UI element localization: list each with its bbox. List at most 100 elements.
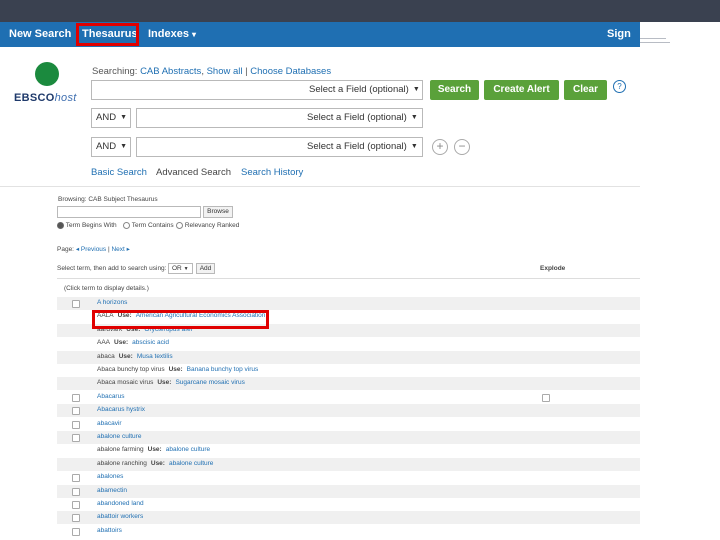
- term-name[interactable]: abalones: [97, 473, 123, 480]
- searching-separator: |: [245, 66, 248, 77]
- term-entry: abattoirs: [97, 527, 122, 534]
- radio-term-begins[interactable]: Term Begins With: [57, 222, 117, 229]
- term-entry: Abacarus hystrix: [97, 406, 145, 413]
- term-entry: abalones: [97, 473, 123, 480]
- table-row: abalones: [57, 471, 640, 484]
- searching-database: CAB Abstracts: [140, 66, 202, 77]
- nav-new-search[interactable]: New Search: [9, 22, 71, 47]
- create-alert-button[interactable]: Create Alert: [484, 80, 559, 100]
- page-label: Page:: [57, 246, 74, 253]
- term-name[interactable]: abalone farming: [97, 446, 144, 453]
- chevron-down-icon: ▼: [410, 142, 418, 150]
- term-name[interactable]: abacavir: [97, 420, 122, 427]
- term-checkbox[interactable]: [72, 434, 80, 442]
- table-row: Abaca mosaic virus Use: Sugarcane mosaic v…: [57, 377, 640, 391]
- radio-term-contains[interactable]: Term Contains: [123, 222, 174, 229]
- term-checkbox[interactable]: [72, 393, 80, 402]
- show-all-link[interactable]: Show all: [207, 66, 243, 77]
- term-checkbox[interactable]: [72, 487, 80, 496]
- explode-header: Explode: [540, 265, 566, 272]
- choose-databases-link[interactable]: Choose Databases: [250, 66, 331, 77]
- term-name[interactable]: abattoirs: [97, 527, 122, 534]
- term-entry: abamectin: [97, 487, 127, 494]
- aala-highlight-box: [92, 310, 269, 329]
- term-entry: AAA Use: abscisic acid: [97, 339, 169, 346]
- term-entry: abalone farming Use: abalone culture: [97, 446, 210, 453]
- radio-relevancy-ranked[interactable]: Relevancy Ranked: [176, 222, 239, 229]
- select-term-label: Select term, then add to search using:: [57, 265, 167, 272]
- search-button[interactable]: Search: [430, 80, 479, 100]
- term-name[interactable]: abaca: [97, 353, 115, 360]
- term-name[interactable]: Abaca mosaic virus: [97, 379, 153, 386]
- use-target-link[interactable]: Banana bunchy top virus: [187, 366, 259, 373]
- nav-sign-in[interactable]: Sign In: [607, 22, 640, 65]
- logo-wordmark: EBSCOhost: [14, 92, 77, 104]
- chevron-down-icon: ▼: [412, 85, 420, 93]
- table-row: abandoned land: [57, 498, 640, 511]
- term-name[interactable]: Abaca bunchy top virus: [97, 366, 165, 373]
- nav-indexes-label: Indexes: [148, 28, 189, 40]
- section-divider: [0, 186, 640, 187]
- term-name[interactable]: Abacarus: [97, 393, 124, 400]
- term-checkbox[interactable]: [72, 474, 80, 483]
- pagination: Page: ◂ Previous | Next ▸: [57, 246, 130, 253]
- field-select-1[interactable]: Select a Field (optional) ▼: [309, 84, 420, 95]
- term-name[interactable]: AAA: [97, 339, 110, 346]
- radio-icon: [176, 222, 183, 229]
- chevron-down-icon: ▼: [120, 142, 127, 150]
- term-checkbox[interactable]: [72, 300, 80, 308]
- explode-checkbox[interactable]: [542, 393, 550, 402]
- use-target-link[interactable]: abscisic acid: [132, 339, 169, 346]
- term-name[interactable]: abandoned land: [97, 500, 144, 507]
- table-row: abaca Use: Musa textilis: [57, 350, 640, 364]
- use-label: Use:: [147, 446, 162, 454]
- chevron-down-icon: ▼: [120, 113, 127, 121]
- term-checkbox[interactable]: [72, 420, 80, 429]
- table-row: abacavir: [57, 418, 640, 431]
- term-entry: Abaca mosaic virus Use: Sugarcane mosaic v…: [97, 379, 245, 386]
- browse-button[interactable]: Browse: [203, 206, 233, 218]
- table-row: abalone farming Use: abalone culture: [57, 444, 640, 457]
- table-row: abattoir workers: [57, 511, 640, 525]
- add-row-icon[interactable]: +: [432, 139, 448, 155]
- use-label: Use:: [157, 379, 172, 387]
- term-name[interactable]: abalone culture: [97, 433, 141, 440]
- table-row: A horizons: [57, 297, 640, 310]
- clear-button[interactable]: Clear: [564, 80, 607, 100]
- search-history-link[interactable]: Search History: [241, 167, 303, 178]
- term-entry: Abaca bunchy top virus Use: Banana bunchy …: [97, 366, 258, 373]
- click-hint: (Click term to display details.): [64, 285, 149, 292]
- nav-indexes[interactable]: Indexes ▾: [148, 22, 196, 47]
- advanced-search-link[interactable]: Advanced Search: [156, 167, 231, 178]
- term-name[interactable]: A horizons: [97, 299, 127, 306]
- next-link[interactable]: Next ▸: [111, 246, 129, 253]
- term-checkbox[interactable]: [72, 501, 80, 509]
- use-target-link[interactable]: abalone culture: [169, 460, 213, 467]
- field-select-3[interactable]: Select a Field (optional) ▼: [307, 141, 418, 152]
- term-checkbox[interactable]: [72, 514, 80, 523]
- field-select-2[interactable]: Select a Field (optional) ▼: [307, 112, 418, 123]
- ebsco-logo: EBSCOhost: [14, 62, 84, 112]
- use-target-link[interactable]: Musa textilis: [137, 353, 173, 360]
- use-target-link[interactable]: abalone culture: [166, 446, 210, 453]
- term-name[interactable]: abalone ranching: [97, 460, 147, 467]
- help-icon[interactable]: ?: [613, 80, 626, 93]
- add-button[interactable]: Add: [196, 263, 215, 274]
- term-name[interactable]: Abacarus hystrix: [97, 406, 145, 413]
- operator-label-3: AND ▼: [96, 141, 127, 152]
- basic-search-link[interactable]: Basic Search: [91, 167, 147, 178]
- remove-row-icon[interactable]: −: [454, 139, 470, 155]
- use-label: Use:: [114, 339, 129, 347]
- table-row: abattoirs: [57, 525, 640, 538]
- term-name[interactable]: abattoir workers: [97, 513, 143, 520]
- term-name[interactable]: abamectin: [97, 487, 127, 494]
- radio-icon: [123, 222, 130, 229]
- chevron-down-icon: ▼: [183, 266, 189, 272]
- previous-link[interactable]: ◂ Previous: [76, 246, 106, 253]
- term-checkbox[interactable]: [72, 407, 80, 416]
- combine-operator-select[interactable]: OR ▼: [168, 263, 193, 274]
- use-target-link[interactable]: Sugarcane mosaic virus: [175, 379, 244, 386]
- table-row: abamectin: [57, 484, 640, 498]
- browse-input[interactable]: [57, 206, 201, 218]
- term-checkbox[interactable]: [72, 527, 80, 536]
